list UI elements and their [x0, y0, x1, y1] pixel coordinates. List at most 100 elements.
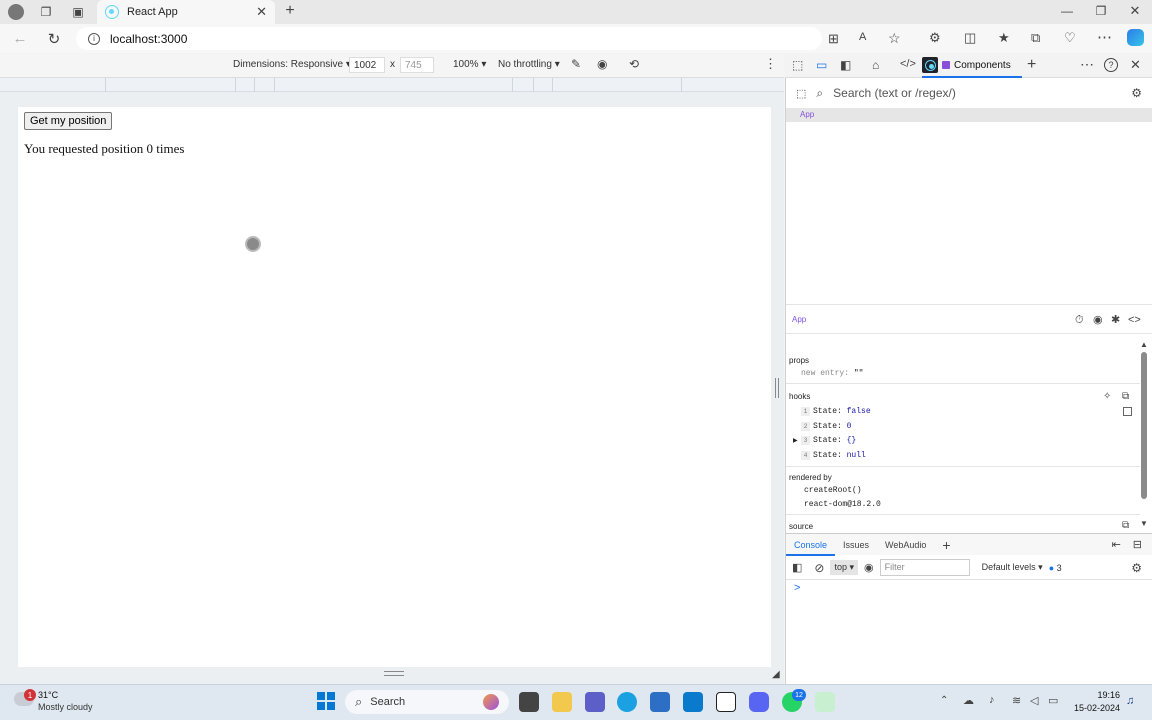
zoom-dropdown[interactable]: 100% ▾ [453, 59, 486, 70]
inspect-element-icon[interactable]: ⬚ [792, 58, 803, 72]
console-sidebar-icon[interactable]: ◧ [792, 561, 802, 574]
minimize-icon[interactable]: — [1060, 4, 1074, 18]
battery-icon[interactable]: ▭ [1048, 694, 1058, 707]
show-hidden-icons[interactable]: ⌃ [940, 695, 948, 706]
tab-issues[interactable]: Issues [835, 534, 877, 556]
device-more-icon[interactable]: ⋮ [764, 56, 777, 72]
component-search[interactable]: ⬚ ⌕ Search (text or /regex/) ⚙ [786, 80, 1152, 106]
copy-hooks-icon[interactable]: ⧉ [1122, 391, 1129, 402]
file-explorer-icon[interactable] [552, 692, 572, 712]
notification-bell-icon[interactable]: ♫ [1126, 695, 1134, 707]
favorites-icon[interactable]: ★ [998, 30, 1010, 46]
console-filter-input[interactable]: Filter [879, 559, 970, 576]
tree-item-app[interactable]: App [786, 108, 1152, 122]
parse-hooks-icon[interactable]: ✧ [1103, 391, 1111, 402]
volume-icon[interactable]: ◁ [1030, 694, 1038, 707]
extensions-icon[interactable]: ⚙ [929, 30, 941, 46]
task-view-icon[interactable] [519, 692, 539, 712]
new-tab-icon[interactable]: + [281, 2, 299, 20]
more-tools-icon[interactable]: + [1027, 56, 1036, 74]
read-aloud-icon[interactable]: A [859, 31, 866, 43]
app-available-icon[interactable]: ⊞ [828, 31, 839, 47]
welcome-home-icon[interactable]: ⌂ [872, 58, 879, 72]
console-prompt[interactable]: > [794, 582, 800, 594]
search-input[interactable]: Search (text or /regex/) [833, 86, 956, 100]
width-input[interactable]: 1002 [349, 57, 385, 73]
close-devtools-icon[interactable]: ✕ [1130, 57, 1141, 73]
hook-row[interactable]: 2 State: 0 [801, 422, 851, 431]
tab-components[interactable]: Components [922, 54, 1022, 78]
profile-icon[interactable] [8, 4, 24, 20]
taskbar-search[interactable]: ⌕ Search [345, 690, 509, 714]
move-drawer-icon[interactable]: ⇤ [1112, 538, 1121, 551]
stopwatch-icon[interactable]: ⏱ [1075, 305, 1084, 335]
help-icon[interactable]: ? [1104, 58, 1118, 72]
notion-icon[interactable] [716, 692, 736, 712]
copy-source-icon[interactable]: ⧉ [1122, 520, 1129, 531]
discord-icon[interactable] [749, 692, 769, 712]
vision-icon[interactable]: ◉ [597, 57, 607, 71]
teams-icon[interactable] [585, 692, 605, 712]
copilot-icon[interactable] [1127, 29, 1144, 46]
clock-date[interactable]: 15-02-2024 [1064, 703, 1120, 713]
favorite-star-icon[interactable]: ☆ [888, 30, 901, 47]
live-expression-eye-icon[interactable]: ◉ [864, 561, 874, 574]
back-icon[interactable]: ← [12, 30, 28, 47]
log-levels-dropdown[interactable]: Default levels ▾ [982, 562, 1043, 573]
scroll-down-icon[interactable]: ▼ [1140, 519, 1148, 528]
resize-handle-right[interactable] [775, 378, 779, 398]
split-screen-icon[interactable]: ◫ [964, 30, 976, 46]
bug-icon[interactable]: ✱ [1111, 305, 1120, 335]
more-options-icon[interactable]: ⋯ [1097, 28, 1112, 46]
workspaces-icon[interactable]: ❐ [38, 4, 54, 20]
close-tab-icon[interactable]: ✕ [256, 4, 267, 20]
close-window-icon[interactable]: ✕ [1128, 3, 1142, 19]
weather-text[interactable]: Mostly cloudy [38, 702, 93, 712]
onedrive-icon[interactable]: ☁ [963, 694, 974, 707]
resize-handle-bottom[interactable] [384, 671, 404, 676]
snipping-tool-icon[interactable] [815, 692, 835, 712]
refresh-icon[interactable]: ↻ [46, 30, 62, 48]
toggle-sidebar-icon[interactable]: ◧ [840, 58, 851, 72]
issues-count-badge[interactable]: ● 3 [1049, 563, 1062, 573]
close-drawer-icon[interactable]: ⊟ [1133, 538, 1142, 551]
edge-icon[interactable] [617, 692, 637, 712]
tab-webaudio[interactable]: WebAudio [877, 534, 934, 556]
height-input[interactable]: 745 [400, 57, 434, 73]
resize-corner-icon[interactable]: ◢ [772, 669, 780, 680]
context-selector[interactable]: top ▾ [830, 560, 859, 575]
hook-row[interactable]: 3 State: {} [801, 436, 856, 445]
select-element-icon[interactable]: ⬚ [796, 87, 806, 100]
settings-gear-icon[interactable]: ⚙ [1131, 86, 1142, 100]
dimensions-dropdown[interactable]: Dimensions: Responsive ▾ [233, 59, 351, 70]
microphone-icon[interactable]: ♪ [989, 694, 995, 706]
source-code-icon[interactable]: <> [1128, 305, 1141, 335]
vscode-icon[interactable] [683, 692, 703, 712]
device-emulation-icon[interactable]: ▭ [816, 58, 827, 72]
sensors-icon[interactable]: ✎ [571, 57, 581, 71]
info-icon[interactable]: i [88, 32, 100, 45]
browser-essentials-icon[interactable]: ♡ [1064, 30, 1076, 46]
store-icon[interactable] [650, 692, 670, 712]
windows-start-icon[interactable] [317, 692, 335, 710]
clear-console-icon[interactable]: ⊘ [814, 561, 824, 575]
clock-time[interactable]: 19:16 [1072, 690, 1120, 700]
eye-icon[interactable]: ◉ [1093, 305, 1103, 335]
add-drawer-tab-icon[interactable]: + [934, 534, 958, 556]
elements-code-icon[interactable]: </> [900, 58, 916, 70]
rotate-icon[interactable]: ⟲ [629, 57, 639, 71]
hooks-checkbox[interactable] [1123, 407, 1132, 416]
expand-arrow-icon[interactable]: ▶ [793, 437, 798, 444]
devtools-more-icon[interactable]: ⋯ [1080, 56, 1094, 73]
temperature[interactable]: 31°C [38, 690, 58, 700]
get-position-button[interactable]: Get my position [24, 112, 113, 130]
restore-icon[interactable]: ❐ [1094, 4, 1108, 18]
address-bar[interactable]: i localhost:3000 [76, 27, 822, 50]
collections-icon[interactable]: ⧉ [1031, 30, 1040, 46]
console-settings-icon[interactable]: ⚙ [1131, 561, 1142, 575]
throttling-dropdown[interactable]: No throttling ▾ [498, 59, 560, 70]
wifi-icon[interactable]: ≋ [1012, 694, 1021, 707]
scroll-up-icon[interactable]: ▲ [1140, 340, 1148, 349]
tab-actions-icon[interactable]: ▣ [70, 4, 86, 20]
tab-console[interactable]: Console [786, 534, 836, 556]
